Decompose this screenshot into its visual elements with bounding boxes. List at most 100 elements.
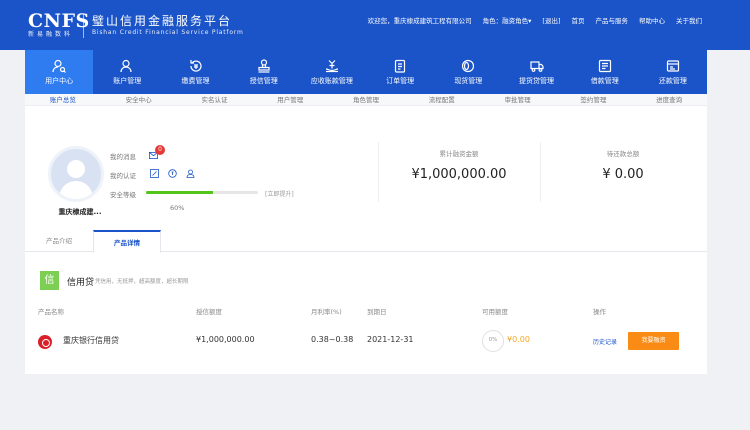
product-tabs: 产品介绍 产品详情 — [25, 230, 707, 253]
content-card: 账户总览 安全中心 实名认证 用户管理 角色管理 流程配置 审批管理 签约管理 … — [25, 94, 707, 374]
divider-line — [378, 142, 379, 202]
spot-goods-icon — [462, 59, 475, 72]
nav-account[interactable]: 账户管理 — [93, 50, 161, 94]
subtab-user-management[interactable]: 用户管理 — [252, 94, 328, 105]
nav-label: 借款管理 — [590, 76, 619, 85]
repayment-icon — [666, 59, 680, 72]
pending-repayment-value: ¥ 0.00 — [602, 167, 644, 182]
account-icon — [120, 59, 132, 72]
welcome-text: 欢迎您，重庆棣成建筑工程有限公司 — [367, 17, 472, 25]
nav-label: 账户管理 — [113, 76, 142, 85]
security-progress-fill — [146, 191, 214, 194]
platform-title-cn: 璧山信用金融服务平台 — [92, 14, 233, 28]
subtab-signing[interactable]: 签约管理 — [555, 94, 631, 105]
subtab-process-config[interactable]: 流程配置 — [404, 94, 480, 105]
nav-label: 现货管理 — [454, 76, 483, 85]
nav-label: 用户中心 — [45, 76, 74, 85]
role-select[interactable]: 角色：融资角色▾ — [483, 16, 532, 26]
bank-logo-icon — [38, 335, 52, 349]
total-financing-value: ¥1,000,000.00 — [411, 167, 507, 182]
pending-repayment-stat: 待还款总额 ¥ 0.00 — [570, 149, 676, 183]
loan-icon — [598, 59, 611, 72]
col-header-credit: 授信额度 — [196, 308, 222, 316]
top-header: CNFS 新易融数科 璧山信用金融服务平台 Bishan Credit Fina… — [0, 0, 750, 50]
col-header-due: 到期日 — [367, 308, 387, 316]
nav-loan[interactable]: 借款管理 — [571, 50, 639, 94]
tab-product-details[interactable]: 产品详情 — [93, 230, 161, 253]
total-financing-stat: 累计融资金额 ¥1,000,000.00 — [403, 149, 515, 183]
avatar-silhouette-icon — [59, 160, 93, 199]
col-header-available: 可用额度 — [482, 308, 508, 316]
edit-cert-icon[interactable] — [150, 169, 159, 178]
order-icon — [395, 59, 406, 73]
col-header-actions: 操作 — [593, 308, 606, 316]
available-ratio-ring: 0% — [482, 330, 504, 352]
help-link[interactable]: 帮助中心 — [639, 16, 665, 26]
nav-label: 授信管理 — [249, 76, 278, 85]
security-label: 安全等级 — [110, 191, 136, 199]
logo-subtitle: 新易融数科 — [28, 31, 74, 38]
col-header-name: 产品名称 — [38, 308, 64, 316]
sub-tabs: 账户总览 安全中心 实名认证 用户管理 角色管理 流程配置 审批管理 签约管理 … — [25, 94, 707, 106]
platform-title-en: Bishan Credit Financial Service Platform — [92, 29, 244, 36]
user-center-icon — [52, 59, 67, 73]
home-link[interactable]: 首页 — [572, 16, 585, 26]
shield-cert-icon[interactable] — [168, 169, 177, 178]
nav-payment[interactable]: 缴费管理 — [161, 50, 229, 94]
nav-label: 订单管理 — [386, 76, 415, 85]
nav-spot-goods[interactable]: 现货管理 — [434, 50, 502, 94]
stamp-icon — [258, 58, 270, 73]
payment-icon — [189, 59, 202, 72]
certification-label: 我的认证 — [110, 172, 136, 180]
subtab-approval[interactable]: 审批管理 — [480, 94, 556, 105]
monthly-rate: 0.38~0.38 — [311, 335, 354, 344]
total-financing-label: 累计融资金额 — [439, 150, 479, 158]
logout-link[interactable]: [退出] — [542, 16, 560, 26]
subtab-real-name[interactable]: 实名认证 — [177, 94, 253, 105]
nav-receivable[interactable]: 应收账款管理 — [298, 50, 366, 94]
nav-order[interactable]: 订单管理 — [366, 50, 434, 94]
messages-label: 我的消息 — [110, 153, 136, 161]
avatar — [48, 146, 104, 202]
receivable-icon — [325, 59, 338, 72]
nav-label: 提货贷管理 — [519, 76, 555, 85]
logo-divider — [83, 14, 84, 38]
category-title: 信用贷 — [67, 278, 95, 288]
credit-limit: ¥1,000,000.00 — [196, 335, 255, 344]
top-links: 欢迎您，重庆棣成建筑工程有限公司 角色：融资角色▾ [退出] 首页 产品与服务 … — [368, 16, 702, 26]
security-percent: 60% — [170, 204, 185, 212]
company-name: 重庆棣成建... — [58, 208, 102, 216]
nav-pickup-loan[interactable]: 提货贷管理 — [502, 50, 570, 94]
nav-label: 应收账款管理 — [310, 76, 353, 85]
product-name: 重庆银行信用贷 — [63, 336, 119, 345]
truck-icon — [529, 60, 544, 72]
about-link[interactable]: 关于我们 — [676, 16, 702, 26]
nav-repayment[interactable]: 还款管理 — [639, 50, 707, 94]
logo[interactable]: CNFS 新易融数科 — [28, 12, 90, 39]
subtab-progress-query[interactable]: 进度查询 — [631, 94, 707, 105]
tab-product-intro[interactable]: 产品介绍 — [25, 230, 93, 252]
divider-line — [540, 142, 541, 202]
person-cert-icon[interactable] — [186, 169, 195, 178]
upgrade-link[interactable]: [立即提升] — [265, 189, 294, 198]
nav-label: 还款管理 — [658, 76, 687, 85]
nav-credit[interactable]: 授信管理 — [230, 50, 298, 94]
category-description: 凭信用，无抵押，超高额度，超长期限 — [95, 279, 189, 285]
history-link[interactable]: 历史记录 — [593, 337, 617, 346]
nav-label: 缴费管理 — [181, 76, 210, 85]
nav-user-center[interactable]: 用户中心 — [25, 50, 94, 94]
platform-title: 璧山信用金融服务平台 Bishan Credit Financial Servi… — [92, 14, 244, 38]
pending-repayment-label: 待还款总额 — [606, 150, 640, 158]
apply-financing-button[interactable]: 我要融资 — [628, 332, 679, 350]
subtab-role-management[interactable]: 角色管理 — [328, 94, 404, 105]
message-count-badge: 0 — [155, 145, 165, 155]
subtab-security-center[interactable]: 安全中心 — [101, 94, 177, 105]
products-link[interactable]: 产品与服务 — [596, 16, 629, 26]
credit-loan-icon: 信 — [40, 271, 59, 290]
logo-text: CNFS — [28, 10, 90, 32]
due-date: 2021-12-31 — [367, 335, 414, 344]
col-header-rate: 月利率(%) — [311, 308, 342, 316]
subtab-account-overview[interactable]: 账户总览 — [25, 94, 101, 105]
security-progress-bar — [146, 191, 258, 194]
available-amount: ¥0.00 — [507, 335, 530, 344]
